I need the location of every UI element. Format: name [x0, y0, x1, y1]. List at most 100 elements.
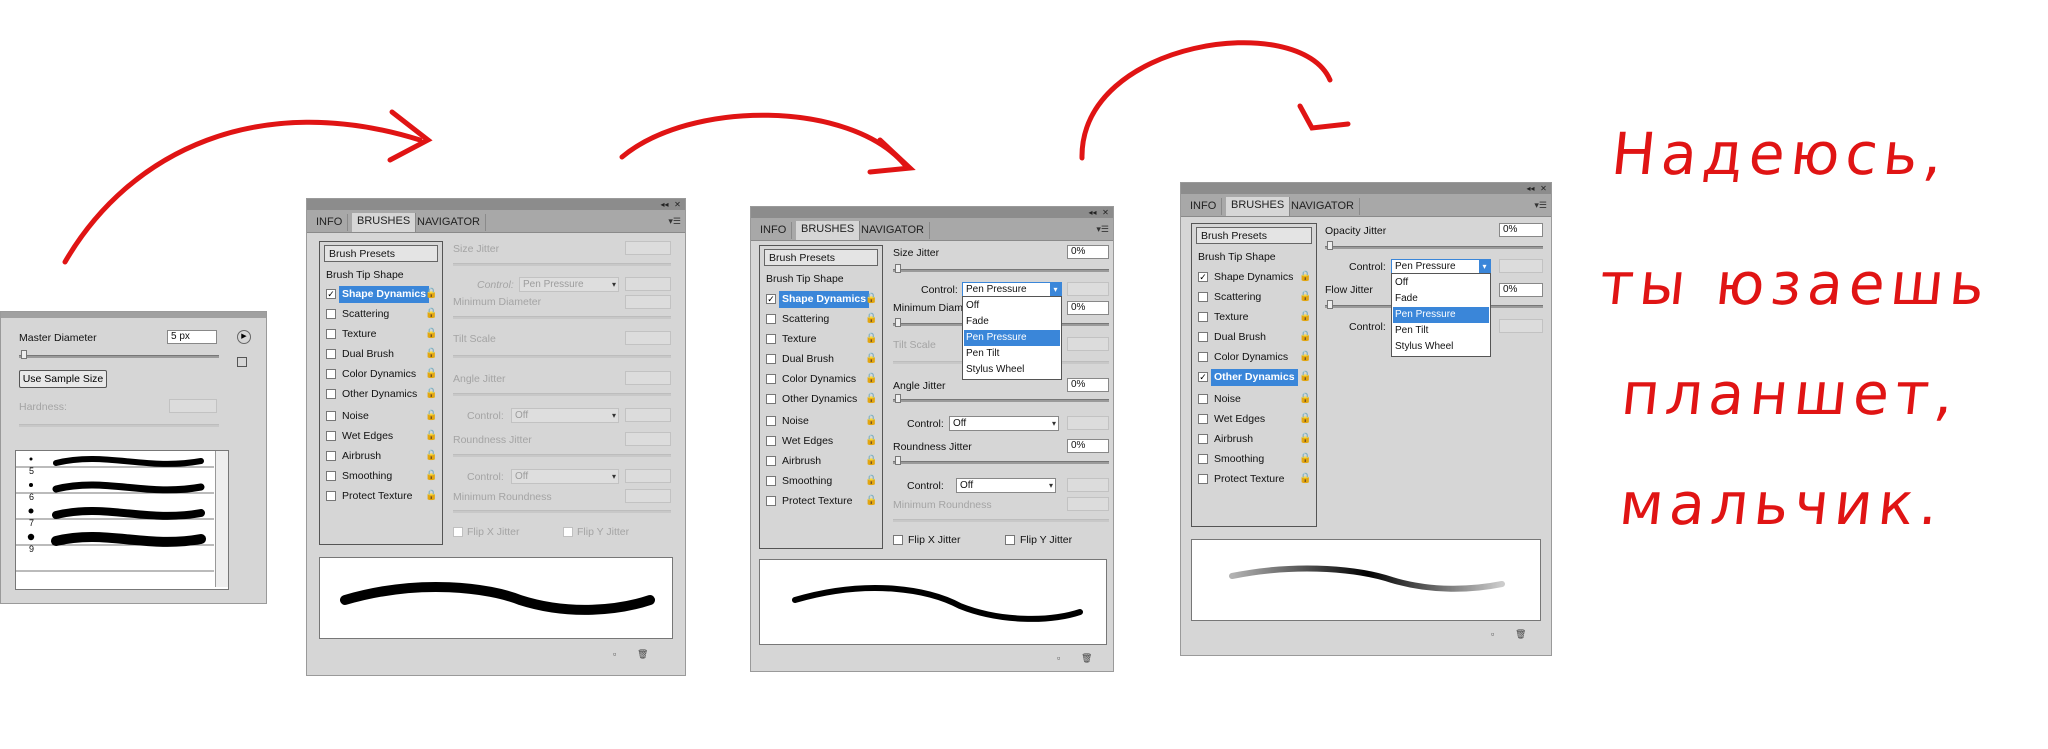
- trash-icon[interactable]: 🗑: [637, 649, 648, 660]
- minimum-diameter-field[interactable]: 0%: [1067, 301, 1109, 315]
- item-wet-edges[interactable]: Wet Edges 🔒: [1196, 411, 1312, 428]
- use-sample-size-button[interactable]: Use Sample Size: [19, 370, 107, 388]
- lock-icon[interactable]: 🔒: [425, 450, 437, 462]
- item-texture[interactable]: Texture 🔒: [324, 326, 438, 343]
- lock-icon[interactable]: 🔒: [1299, 291, 1311, 303]
- item-color-dynamics[interactable]: Color Dynamics 🔒: [764, 371, 878, 388]
- item-other-dynamics[interactable]: Other Dynamics 🔒: [324, 386, 438, 403]
- brush-presets-button[interactable]: Brush Presets: [1196, 227, 1312, 244]
- collapse-icon[interactable]: ◂◂: [1088, 208, 1097, 217]
- brush-presets-button[interactable]: Brush Presets: [764, 249, 878, 266]
- item-shape-dynamics[interactable]: ✓ Shape Dynamics 🔒: [1196, 269, 1312, 286]
- dropdown-option-fade[interactable]: Fade: [1393, 291, 1489, 307]
- tab-navigator[interactable]: NAVIGATOR: [856, 222, 930, 239]
- flip-y-checkbox[interactable]: [563, 527, 573, 537]
- item-scattering[interactable]: Scattering 🔒: [324, 306, 438, 323]
- item-shape-dynamics[interactable]: ✓ Shape Dynamics 🔒: [764, 291, 878, 308]
- item-dual-brush[interactable]: Dual Brush 🔒: [1196, 329, 1312, 346]
- angle-jitter-field[interactable]: 0%: [1067, 378, 1109, 392]
- lock-icon[interactable]: 🔒: [1299, 453, 1311, 465]
- tab-navigator[interactable]: NAVIGATOR: [412, 214, 486, 231]
- diameter-slider-thumb[interactable]: [21, 350, 27, 359]
- item-smoothing[interactable]: Smoothing 🔒: [764, 473, 878, 490]
- item-wet-edges[interactable]: Wet Edges 🔒: [324, 428, 438, 445]
- trash-icon[interactable]: 🗑: [1515, 629, 1526, 640]
- lock-icon[interactable]: 🔒: [865, 373, 877, 385]
- lock-icon[interactable]: 🔒: [1299, 351, 1311, 363]
- item-airbrush[interactable]: Airbrush 🔒: [324, 448, 438, 465]
- lock-icon[interactable]: 🔒: [425, 348, 437, 360]
- dropdown-option-pen-pressure[interactable]: Pen Pressure: [964, 330, 1060, 346]
- brush-size-5[interactable]: 5: [29, 466, 34, 476]
- brush-tip-shape[interactable]: Brush Tip Shape: [764, 271, 878, 288]
- close-icon[interactable]: ✕: [1539, 184, 1548, 193]
- brush-size-7[interactable]: 7: [29, 518, 34, 528]
- brush-presets-button[interactable]: Brush Presets: [324, 245, 438, 262]
- lock-icon[interactable]: 🔒: [865, 333, 877, 345]
- brush-tip-shape[interactable]: Brush Tip Shape: [1196, 249, 1312, 266]
- tab-info[interactable]: INFO: [311, 214, 349, 231]
- roundness-control-select[interactable]: Off ▾: [956, 478, 1056, 493]
- collapse-icon[interactable]: ◂◂: [1526, 184, 1535, 193]
- tab-brushes[interactable]: BRUSHES: [1226, 197, 1291, 216]
- roundness-jitter-field[interactable]: 0%: [1067, 439, 1109, 453]
- lock-icon[interactable]: 🔒: [1299, 331, 1311, 343]
- item-dual-brush[interactable]: Dual Brush 🔒: [324, 346, 438, 363]
- item-protect-texture[interactable]: Protect Texture 🔒: [324, 488, 438, 505]
- dropdown-option-pen-tilt[interactable]: Pen Tilt: [1393, 323, 1489, 339]
- lock-icon[interactable]: 🔒: [425, 410, 437, 422]
- dropdown-option-pen-tilt[interactable]: Pen Tilt: [964, 346, 1060, 362]
- lock-icon[interactable]: 🔒: [865, 475, 877, 487]
- lock-icon[interactable]: 🔒: [425, 430, 437, 442]
- lock-icon[interactable]: 🔒: [425, 308, 437, 320]
- dropdown-option-pen-pressure[interactable]: Pen Pressure: [1393, 307, 1489, 323]
- item-dual-brush[interactable]: Dual Brush 🔒: [764, 351, 878, 368]
- lock-icon[interactable]: 🔒: [425, 368, 437, 380]
- flow-jitter-field[interactable]: 0%: [1499, 283, 1543, 297]
- flyout-arrow-icon[interactable]: ▶: [237, 330, 251, 344]
- lock-icon[interactable]: 🔒: [1299, 413, 1311, 425]
- create-new-brush-icon[interactable]: ▫: [613, 649, 616, 659]
- lock-icon[interactable]: 🔒: [1299, 433, 1311, 445]
- opacity-jitter-field[interactable]: 0%: [1499, 223, 1543, 237]
- lock-icon[interactable]: 🔒: [425, 470, 437, 482]
- dropdown-option-stylus-wheel[interactable]: Stylus Wheel: [1393, 339, 1489, 355]
- lock-icon[interactable]: 🔒: [865, 353, 877, 365]
- item-texture[interactable]: Texture 🔒: [1196, 309, 1312, 326]
- control-select[interactable]: Pen Pressure ▾: [962, 282, 1062, 297]
- lock-icon[interactable]: 🔒: [865, 415, 877, 427]
- lock-icon[interactable]: 🔒: [1299, 271, 1311, 283]
- lock-icon[interactable]: 🔒: [1299, 311, 1311, 323]
- flip-x-checkbox[interactable]: [453, 527, 463, 537]
- dropdown-option-off[interactable]: Off: [1393, 275, 1489, 291]
- item-noise[interactable]: Noise 🔒: [1196, 391, 1312, 408]
- dropdown-option-fade[interactable]: Fade: [964, 314, 1060, 330]
- tab-navigator[interactable]: NAVIGATOR: [1286, 198, 1360, 215]
- flip-x-checkbox[interactable]: [893, 535, 903, 545]
- panel-menu-icon[interactable]: ▾☰: [1096, 224, 1109, 235]
- item-protect-texture[interactable]: Protect Texture 🔒: [1196, 471, 1312, 488]
- panel-menu-icon[interactable]: ▾☰: [668, 216, 681, 227]
- create-new-brush-icon[interactable]: ▫: [1057, 653, 1060, 663]
- item-noise[interactable]: Noise 🔒: [764, 413, 878, 430]
- lock-icon[interactable]: 🔒: [425, 490, 437, 502]
- tab-brushes[interactable]: BRUSHES: [352, 213, 417, 232]
- lock-icon[interactable]: 🔒: [425, 288, 437, 300]
- collapse-icon[interactable]: ◂◂: [660, 200, 669, 209]
- lock-icon[interactable]: 🔒: [865, 393, 877, 405]
- new-preset-icon[interactable]: [237, 357, 247, 367]
- item-other-dynamics[interactable]: Other Dynamics 🔒: [764, 391, 878, 408]
- control-select[interactable]: Pen Pressure ▾: [1391, 259, 1491, 274]
- item-texture[interactable]: Texture 🔒: [764, 331, 878, 348]
- lock-icon[interactable]: 🔒: [425, 388, 437, 400]
- lock-icon[interactable]: 🔒: [865, 313, 877, 325]
- trash-icon[interactable]: 🗑: [1081, 653, 1092, 664]
- close-icon[interactable]: ✕: [1101, 208, 1110, 217]
- lock-icon[interactable]: 🔒: [865, 455, 877, 467]
- item-scattering[interactable]: Scattering 🔒: [1196, 289, 1312, 306]
- angle-control-select[interactable]: Off ▾: [949, 416, 1059, 431]
- item-smoothing[interactable]: Smoothing 🔒: [1196, 451, 1312, 468]
- lock-icon[interactable]: 🔒: [1299, 473, 1311, 485]
- lock-icon[interactable]: 🔒: [1299, 371, 1311, 383]
- brush-tip-shape[interactable]: Brush Tip Shape: [324, 267, 438, 284]
